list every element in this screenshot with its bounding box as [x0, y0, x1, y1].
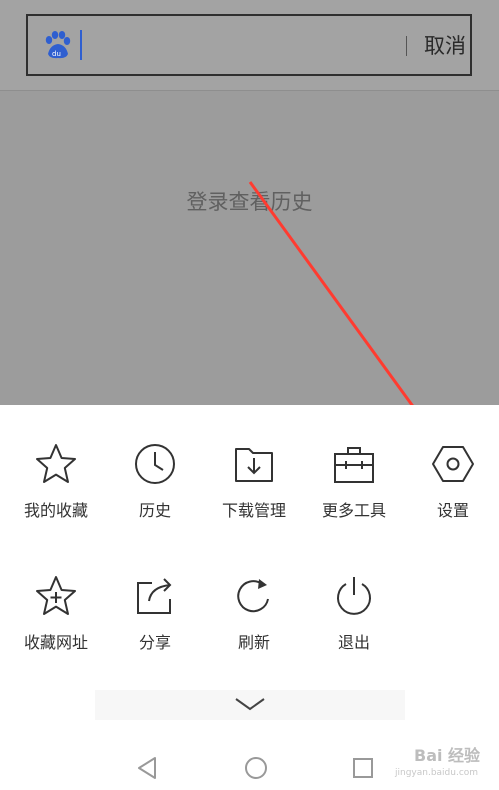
share-icon — [137, 578, 172, 614]
menu-item-favorites[interactable]: 我的收藏 — [6, 441, 106, 521]
chevron-down-icon — [235, 698, 265, 711]
settings-hexagon-icon — [432, 446, 474, 482]
watermark-text: Bai 经验 — [414, 746, 481, 765]
watermark-subtext: jingyan.baidu.com — [395, 768, 479, 778]
annotation-arrow — [248, 181, 436, 436]
menu-item-more-tools[interactable]: 更多工具 — [304, 441, 404, 521]
menu-item-refresh[interactable]: 刷新 — [204, 573, 304, 653]
toolbox-icon — [334, 447, 374, 483]
menu-item-label: 更多工具 — [321, 501, 386, 520]
menu-item-label: 分享 — [138, 633, 171, 652]
menu-item-label: 我的收藏 — [23, 501, 88, 520]
menu-item-label: 下载管理 — [221, 501, 286, 520]
menu-item-share[interactable]: 分享 — [105, 573, 205, 653]
clock-icon — [135, 444, 175, 484]
menu-item-label: 刷新 — [237, 633, 270, 652]
menu-item-history[interactable]: 历史 — [105, 441, 205, 521]
refresh-icon — [237, 579, 269, 613]
menu-item-label: 历史 — [138, 501, 171, 520]
star-icon — [36, 444, 76, 483]
menu-item-label: 收藏网址 — [23, 633, 88, 652]
menu-item-settings[interactable]: 设置 — [403, 441, 499, 521]
star-plus-icon — [36, 576, 76, 615]
menu-item-label: 设置 — [436, 501, 469, 520]
power-icon — [337, 577, 371, 615]
menu-sheet: 我的收藏 历史 下载管理 更多工具 设置 收藏网址 分享 刷新 退出 — [0, 405, 499, 790]
nav-home-icon[interactable] — [243, 755, 269, 781]
menu-item-add-bookmark[interactable]: 收藏网址 — [6, 573, 106, 653]
nav-back-icon[interactable] — [136, 755, 158, 781]
menu-item-downloads[interactable]: 下载管理 — [204, 441, 304, 521]
collapse-menu-button[interactable] — [95, 690, 405, 720]
menu-item-exit[interactable]: 退出 — [304, 573, 404, 653]
download-folder-icon — [235, 448, 273, 482]
nav-recents-icon[interactable] — [351, 755, 375, 781]
menu-item-label: 退出 — [337, 633, 370, 652]
